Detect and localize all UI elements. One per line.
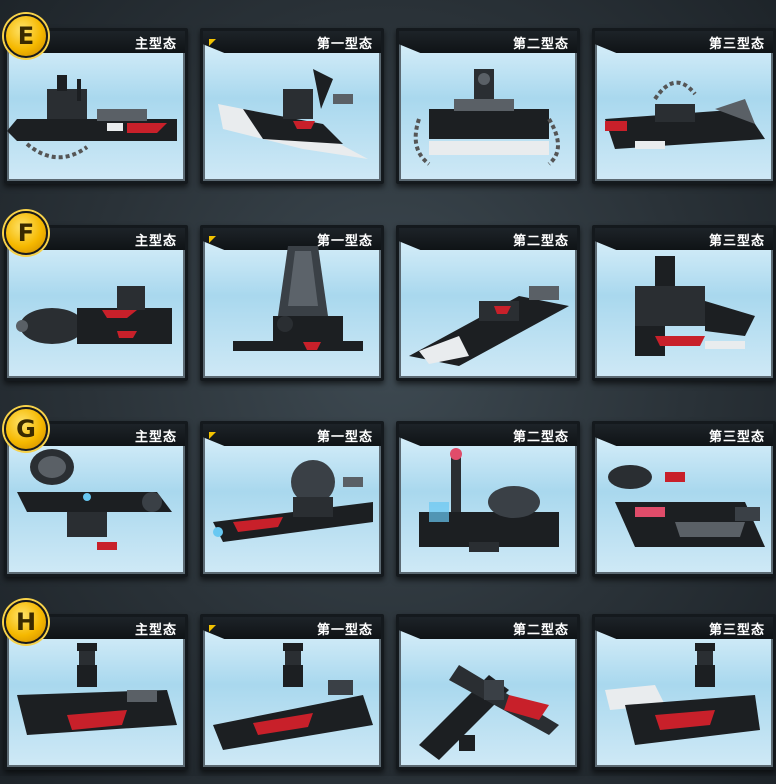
row-e: E 主型态 第一型态 第二型态 第三型态 (0, 14, 776, 198)
model-officer-speedboat (213, 643, 373, 750)
model-card: 第三型态 (592, 614, 776, 770)
model-officer-hover-boat (17, 643, 177, 735)
yellow-tag (209, 625, 216, 632)
model-officer-gunboat (605, 643, 760, 745)
row-badge-e: E (4, 14, 48, 58)
model-walker-turret (635, 256, 755, 356)
model-card: 第二型态 (396, 421, 580, 577)
model-card: 第一型态 (200, 421, 384, 577)
model-warship-with-anchor-chain (7, 75, 177, 160)
model-red-thruster-boat (608, 465, 765, 547)
model-radar-dish-jet (17, 449, 172, 550)
row-h: H 主型态 第一型态 第二型态 第三型态 (0, 600, 776, 784)
row-f: F 主型态 第一型态 第二型态 第三型态 (0, 211, 776, 395)
model-stealth-boat (409, 286, 569, 366)
model-card: 第三型态 (592, 28, 776, 184)
model-card: 第二型态 (396, 225, 580, 381)
model-card: 第一型态 (200, 28, 384, 184)
model-card: 第一型态 (200, 614, 384, 770)
yellow-tag (209, 236, 216, 243)
model-winged-jet-craft (218, 69, 368, 159)
model-shuttle-with-tall-fin (233, 246, 363, 351)
row-badge-h: H (4, 600, 48, 644)
row-badge-f: F (4, 211, 48, 255)
yellow-tag (209, 432, 216, 439)
model-dome-cruiser (213, 460, 373, 542)
model-card: 第二型态 (396, 614, 580, 770)
model-chain-hover-vessel (413, 69, 560, 166)
row-badge-g: G (4, 407, 48, 451)
model-missile-base (419, 448, 559, 552)
model-submarine (16, 286, 172, 344)
model-card: 第一型态 (200, 225, 384, 381)
model-card: 第三型态 (592, 225, 776, 381)
model-x-wing-fighter (419, 665, 559, 760)
row-g: G 主型态 第一型态 第二型态 第三型态 (0, 407, 776, 591)
model-card: 第三型态 (592, 421, 776, 577)
model-card: 第二型态 (396, 28, 580, 184)
yellow-tag (209, 39, 216, 46)
model-chain-speedboat (605, 80, 765, 149)
